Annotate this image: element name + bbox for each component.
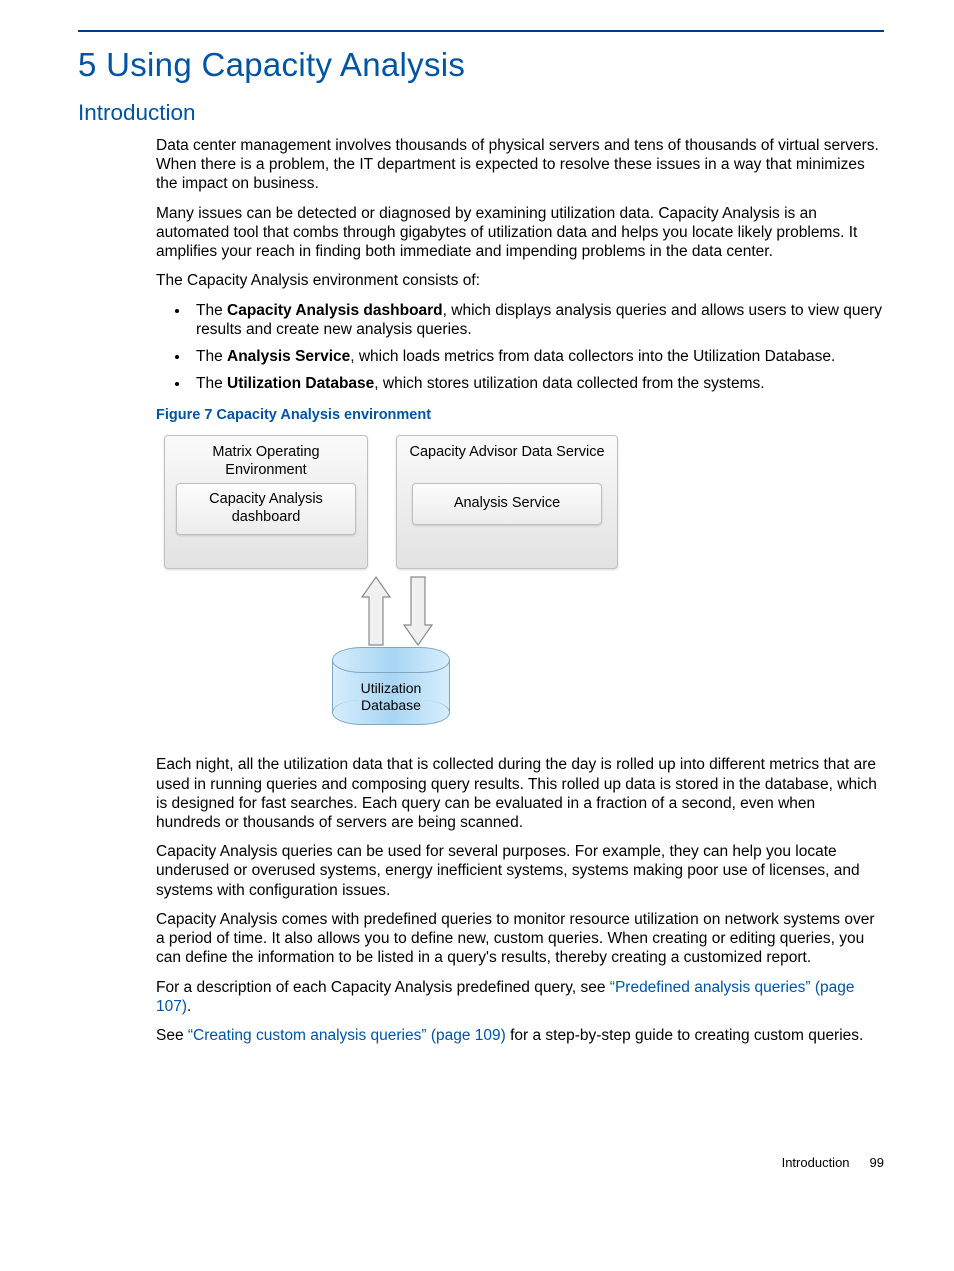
arrow-down-icon [400,573,436,649]
diagram-label: Utilization Database [351,680,431,715]
text: The [196,375,227,392]
section-title: Introduction [78,100,884,126]
bold-term: Analysis Service [227,348,350,365]
diagram-label: Capacity Advisor Data Service [409,444,604,462]
page-footer: Introduction 99 [78,1155,884,1170]
paragraph: For a description of each Capacity Analy… [156,978,884,1016]
text: For a description of each Capacity Analy… [156,979,610,996]
paragraph: Data center management involves thousand… [156,136,884,194]
text: The [196,302,227,319]
text: , which stores utilization data collecte… [374,375,764,392]
bold-term: Capacity Analysis dashboard [227,302,443,319]
diagram-label: Capacity Analysis dashboard [183,491,349,527]
bullet-list: The Capacity Analysis dashboard, which d… [156,301,884,394]
chapter-title: 5 Using Capacity Analysis [78,46,884,84]
list-item: The Analysis Service, which loads metric… [190,347,884,366]
diagram-cylinder-db: Utilization Database [332,647,450,725]
bold-term: Utilization Database [227,375,374,392]
text: The [196,348,227,365]
paragraph: Each night, all the utilization data tha… [156,755,884,832]
arrow-up-icon [358,573,394,649]
text: , which loads metrics from data collecto… [350,348,835,365]
text: See [156,1027,188,1044]
paragraph: The Capacity Analysis environment consis… [156,271,884,290]
diagram-label: Matrix Operating Environment [171,444,361,480]
paragraph: Many issues can be detected or diagnosed… [156,204,884,262]
list-item: The Utilization Database, which stores u… [190,374,884,393]
figure-caption: Figure 7 Capacity Analysis environment [156,407,884,425]
paragraph: See “Creating custom analysis queries” (… [156,1026,884,1045]
diagram-box-dashboard: Capacity Analysis dashboard [176,483,356,535]
footer-page-number: 99 [870,1155,884,1170]
diagram-label: Analysis Service [454,495,560,513]
link-custom-queries[interactable]: “Creating custom analysis queries” (page… [188,1027,506,1044]
paragraph: Capacity Analysis comes with predefined … [156,910,884,968]
list-item: The Capacity Analysis dashboard, which d… [190,301,884,339]
diagram: Matrix Operating Environment Capacity Ad… [156,435,636,735]
footer-section-label: Introduction [782,1155,850,1170]
text: . [187,998,191,1015]
top-rule [78,30,884,32]
diagram-box-analysis-service: Analysis Service [412,483,602,525]
text: for a step-by-step guide to creating cus… [506,1027,864,1044]
paragraph: Capacity Analysis queries can be used fo… [156,842,884,900]
